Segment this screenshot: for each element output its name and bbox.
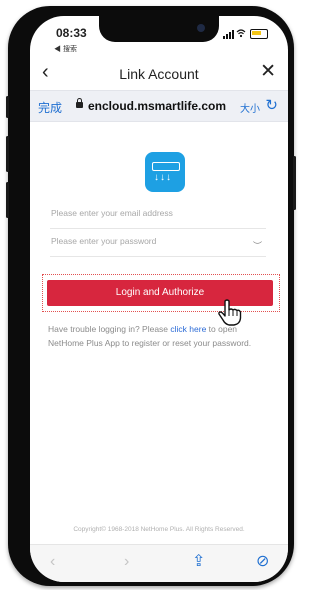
phone-frame: 08:33 ◀ 搜索 ‹ Link Account ✕ 完成 encloud.m… (6, 6, 296, 586)
copyright-text: Copyright© 1968-2018 NetHome Plus. All R… (73, 526, 245, 533)
browser-toolbar: ‹ › ⇪ ⊘ (30, 544, 288, 582)
power-button (293, 156, 296, 210)
help-text: Have trouble logging in? Please click he… (48, 322, 268, 350)
battery-icon (250, 29, 268, 39)
help-prefix: Have trouble logging in? Please (48, 324, 171, 334)
password-field-container: ︶ (50, 230, 267, 257)
status-time: 08:33 (56, 26, 87, 40)
lock-icon (76, 98, 83, 108)
mute-switch (6, 96, 9, 118)
back-to-app-link[interactable]: ◀ 搜索 (54, 44, 77, 54)
text-size-button[interactable]: 大小 (240, 100, 260, 115)
share-icon[interactable]: ⇪ (192, 551, 205, 571)
browser-back-icon[interactable]: ‹ (50, 553, 55, 571)
app-logo-icon: ↓↓↓ (145, 152, 185, 192)
volume-up-button (6, 136, 9, 172)
refresh-icon[interactable]: ↻ (265, 96, 278, 114)
volume-down-button (6, 182, 9, 218)
airflow-arrows-icon: ↓↓↓ (154, 172, 172, 183)
signal-icon (223, 30, 234, 39)
eye-closed-icon[interactable]: ︶ (253, 239, 262, 252)
wifi-icon (236, 29, 246, 38)
done-button[interactable]: 完成 (38, 99, 62, 116)
navigation-bar: ‹ Link Account ✕ (30, 60, 288, 86)
click-here-link[interactable]: click here (170, 324, 206, 334)
url-bar: 完成 encloud.msmartlife.com 大小 ↻ (30, 90, 288, 122)
browser-forward-icon[interactable]: › (124, 553, 129, 571)
status-bar: 08:33 ◀ 搜索 (30, 16, 288, 58)
url-text[interactable]: encloud.msmartlife.com (88, 99, 226, 113)
phone-screen: 08:33 ◀ 搜索 ‹ Link Account ✕ 完成 encloud.m… (30, 16, 288, 582)
page-title: Link Account (119, 66, 199, 82)
air-conditioner-icon (152, 162, 180, 171)
email-field-container (50, 202, 267, 229)
email-input[interactable] (50, 202, 267, 218)
close-icon[interactable]: ✕ (260, 62, 276, 82)
login-button-highlight: Login and Authorize (42, 274, 280, 312)
password-input[interactable] (50, 230, 267, 246)
open-in-safari-icon[interactable]: ⊘ (256, 551, 269, 571)
